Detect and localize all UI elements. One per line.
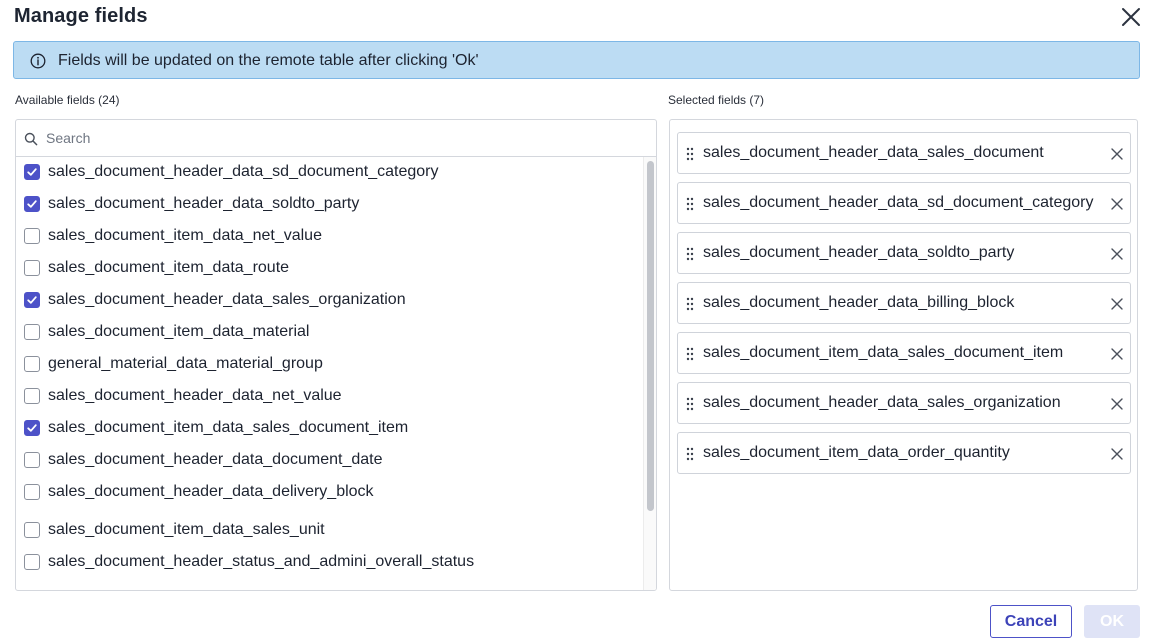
selected-field-label: sales_document_header_data_soldto_party <box>703 244 1015 261</box>
available-field-row[interactable]: sales_document_header_status_and_admini_… <box>16 547 642 577</box>
available-field-row[interactable]: sales_document_header_data_net_value <box>16 381 642 411</box>
scrollbar-thumb[interactable] <box>647 161 654 511</box>
available-field-label: sales_document_header_data_soldto_party <box>48 195 360 212</box>
selected-field-chip[interactable]: sales_document_header_data_sales_documen… <box>677 132 1131 174</box>
drag-handle-icon[interactable] <box>686 297 694 311</box>
drag-handle-icon[interactable] <box>686 447 694 461</box>
available-field-row[interactable]: sales_document_header_data_sd_document_c… <box>16 157 642 187</box>
check-icon <box>27 424 37 432</box>
checkbox[interactable] <box>24 260 40 276</box>
check-icon <box>27 296 37 304</box>
checkbox-checked[interactable] <box>24 164 40 180</box>
available-field-label: sales_document_header_data_delivery_bloc… <box>48 483 374 500</box>
available-field-label: general_material_data_material_group <box>48 355 323 372</box>
checkbox[interactable] <box>24 324 40 340</box>
available-field-row[interactable]: sales_document_item_data_route <box>16 253 642 283</box>
selected-field-label: sales_document_item_data_order_quantity <box>703 444 1010 461</box>
search-bar <box>16 120 656 157</box>
selected-field-chip[interactable]: sales_document_item_data_order_quantity <box>677 432 1131 474</box>
selected-field-label: sales_document_header_data_billing_block <box>703 294 1015 311</box>
available-field-row[interactable]: sales_document_header_data_soldto_party <box>16 189 642 219</box>
cancel-button[interactable]: Cancel <box>990 605 1072 638</box>
checkbox-checked[interactable] <box>24 420 40 436</box>
selected-field-chip[interactable]: sales_document_header_data_sales_organiz… <box>677 382 1131 424</box>
remove-icon[interactable] <box>1110 247 1124 261</box>
selected-fields-panel: sales_document_header_data_sales_documen… <box>669 119 1138 591</box>
available-field-row[interactable]: sales_document_item_data_net_value <box>16 221 642 251</box>
checkbox[interactable] <box>24 484 40 500</box>
available-field-row[interactable]: general_material_data_material_group <box>16 349 642 379</box>
drag-handle-icon[interactable] <box>686 147 694 161</box>
available-field-row[interactable]: sales_document_item_data_sales_unit <box>16 515 642 545</box>
available-field-label: sales_document_item_data_material <box>48 323 310 340</box>
selected-field-label: sales_document_item_data_sales_document_… <box>703 344 1064 361</box>
available-field-label: sales_document_header_status_and_admini_… <box>48 553 475 570</box>
available-field-row[interactable]: sales_document_header_data_sales_organiz… <box>16 285 642 315</box>
available-field-row[interactable]: sales_document_header_data_delivery_bloc… <box>16 477 642 507</box>
close-icon[interactable] <box>1120 6 1142 28</box>
available-field-label: sales_document_header_data_sales_organiz… <box>48 291 406 308</box>
scrollbar-track[interactable] <box>643 157 656 590</box>
available-field-label: sales_document_header_data_document_date <box>48 451 383 468</box>
remove-icon[interactable] <box>1110 347 1124 361</box>
available-field-row[interactable]: sales_document_item_data_sales_document_… <box>16 413 642 443</box>
remove-icon[interactable] <box>1110 397 1124 411</box>
info-icon <box>30 53 46 69</box>
checkbox[interactable] <box>24 388 40 404</box>
info-banner: Fields will be updated on the remote tab… <box>13 41 1140 79</box>
remove-icon[interactable] <box>1110 147 1124 161</box>
selected-fields-label: Selected fields (7) <box>668 93 765 107</box>
drag-handle-icon[interactable] <box>686 397 694 411</box>
drag-handle-icon[interactable] <box>686 247 694 261</box>
banner-message: Fields will be updated on the remote tab… <box>58 52 479 69</box>
search-input[interactable] <box>46 126 636 150</box>
available-field-row[interactable]: sales_document_header_data_document_date <box>16 445 642 475</box>
available-field-label: sales_document_item_data_sales_document_… <box>48 419 409 436</box>
checkbox[interactable] <box>24 452 40 468</box>
checkbox[interactable] <box>24 554 40 570</box>
checkbox[interactable] <box>24 356 40 372</box>
check-icon <box>27 200 37 208</box>
available-fields-panel: sales_document_header_data_sd_document_c… <box>15 119 657 591</box>
drag-handle-icon[interactable] <box>686 347 694 361</box>
remove-icon[interactable] <box>1110 197 1124 211</box>
available-fields-label: Available fields (24) <box>15 93 120 107</box>
available-field-label: sales_document_header_data_sd_document_c… <box>48 163 439 180</box>
available-field-label: sales_document_item_data_sales_unit <box>48 521 325 538</box>
available-field-row[interactable]: sales_document_item_data_material <box>16 317 642 347</box>
selected-field-chip[interactable]: sales_document_header_data_sd_document_c… <box>677 182 1131 224</box>
selected-field-label: sales_document_header_data_sales_organiz… <box>703 394 1061 411</box>
checkbox[interactable] <box>24 228 40 244</box>
search-icon <box>24 132 38 146</box>
drag-handle-icon[interactable] <box>686 197 694 211</box>
available-field-label: sales_document_header_data_net_value <box>48 387 342 404</box>
selected-field-chip[interactable]: sales_document_header_data_soldto_party <box>677 232 1131 274</box>
selected-field-label: sales_document_header_data_sd_document_c… <box>703 194 1094 211</box>
available-field-label: sales_document_item_data_net_value <box>48 227 322 244</box>
ok-button[interactable]: OK <box>1084 605 1140 638</box>
checkbox-checked[interactable] <box>24 292 40 308</box>
checkbox-checked[interactable] <box>24 196 40 212</box>
check-icon <box>27 168 37 176</box>
selected-field-chip[interactable]: sales_document_item_data_sales_document_… <box>677 332 1131 374</box>
selected-field-label: sales_document_header_data_sales_documen… <box>703 144 1044 161</box>
dialog-title: Manage fields <box>14 5 148 27</box>
remove-icon[interactable] <box>1110 297 1124 311</box>
available-field-label: sales_document_item_data_route <box>48 259 290 276</box>
remove-icon[interactable] <box>1110 447 1124 461</box>
selected-field-chip[interactable]: sales_document_header_data_billing_block <box>677 282 1131 324</box>
available-fields-list: sales_document_header_data_sd_document_c… <box>16 157 642 590</box>
checkbox[interactable] <box>24 522 40 538</box>
